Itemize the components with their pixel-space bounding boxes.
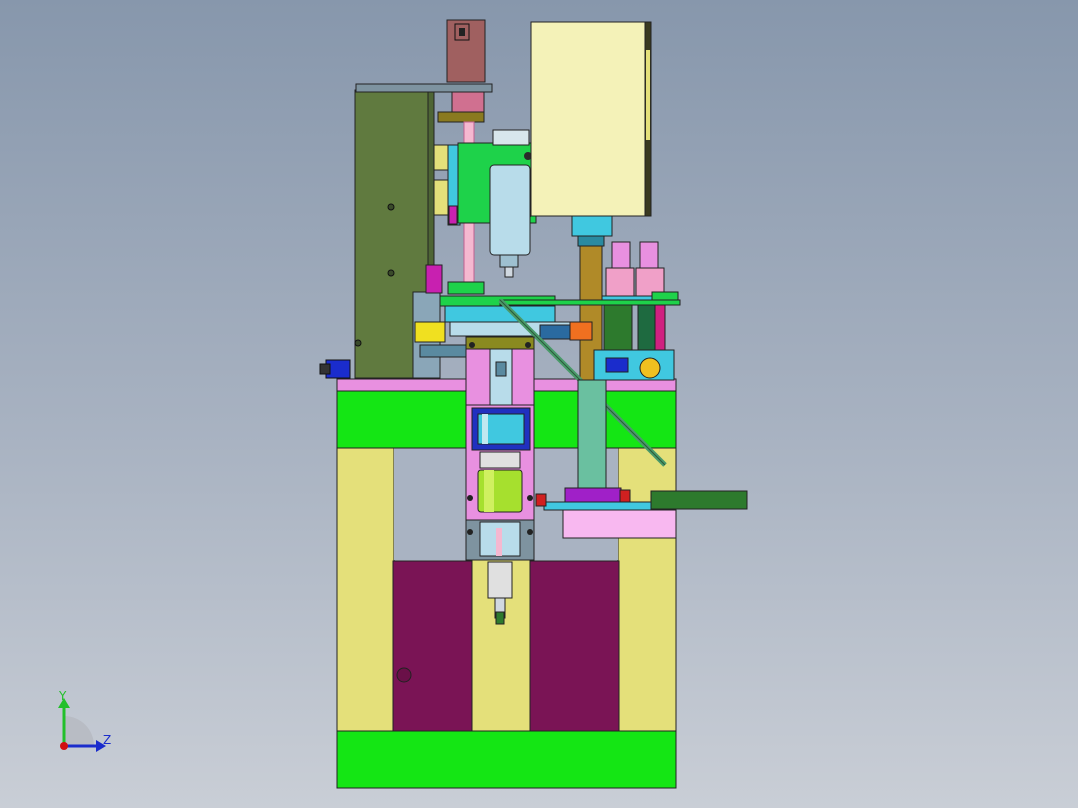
y-axis-label: Y bbox=[58, 689, 67, 703]
frame-left-leg bbox=[336, 447, 395, 734]
spindle-assembly[interactable] bbox=[447, 129, 537, 278]
chute-support bbox=[577, 379, 607, 491]
triad-origin-icon bbox=[60, 742, 68, 750]
door-lock-icon bbox=[396, 667, 412, 683]
cabinet-door-left bbox=[392, 560, 473, 732]
control-cabinet[interactable] bbox=[530, 21, 652, 217]
pneumatic-valves[interactable] bbox=[593, 241, 679, 381]
axis-triad: Y Z bbox=[58, 689, 111, 752]
z-axis-label: Z bbox=[103, 733, 111, 747]
servo-motor[interactable] bbox=[437, 19, 486, 123]
cabinet-door-right bbox=[529, 560, 620, 732]
cad-viewport[interactable]: Y Z bbox=[0, 0, 1078, 808]
triad-arc-icon bbox=[64, 716, 94, 746]
bolt-icon bbox=[354, 339, 362, 347]
bolt-icon bbox=[387, 269, 395, 277]
bolt-icon bbox=[387, 203, 395, 211]
base-foot-beam bbox=[336, 730, 677, 789]
